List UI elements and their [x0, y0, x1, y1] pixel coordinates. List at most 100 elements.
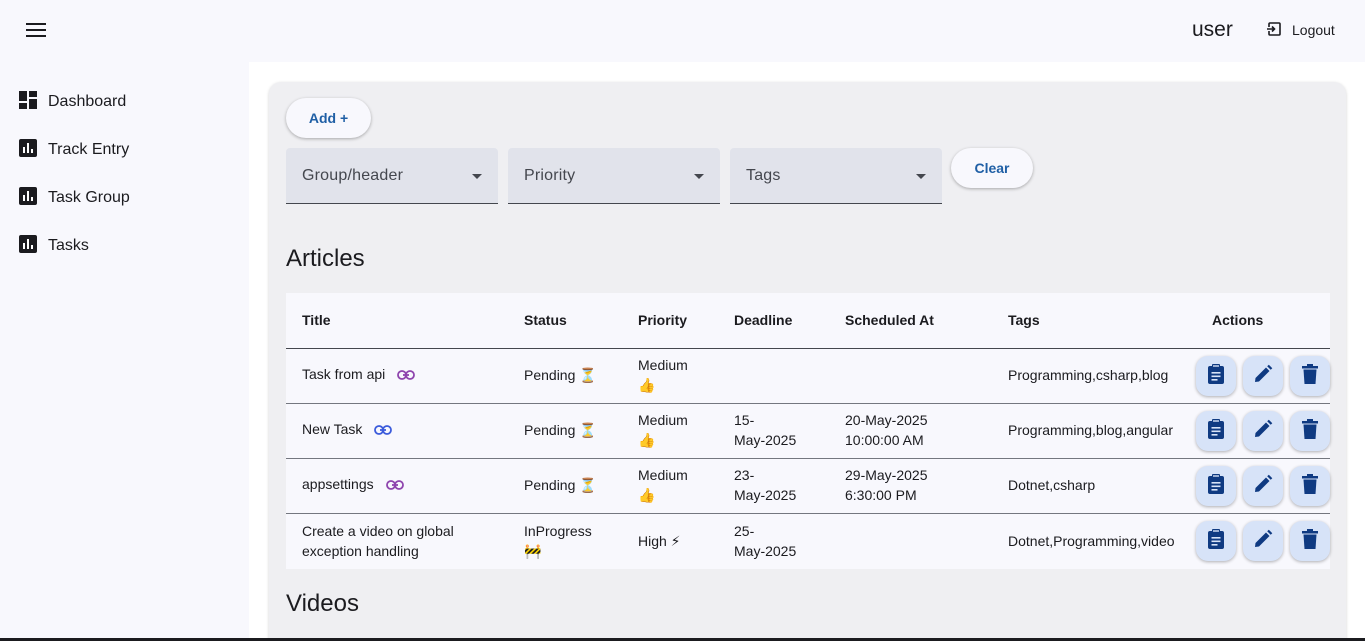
delete-button[interactable] — [1290, 521, 1330, 561]
status-cell: InProgress 🚧 — [524, 521, 592, 561]
view-button[interactable] — [1196, 466, 1236, 506]
status-cell: Pending ⏳ — [524, 477, 597, 493]
deadline-month: May-2025 — [734, 543, 797, 559]
table-row: Task from api Pending ⏳ Medium 👍 Program… — [286, 349, 1330, 404]
clear-button[interactable]: Clear — [951, 148, 1033, 188]
dropdown-arrow-icon — [916, 174, 926, 179]
priority-cell: Medium 👍 — [638, 355, 688, 395]
add-button[interactable]: Add + — [286, 98, 371, 138]
task-title-cell: Task from api — [302, 364, 416, 385]
sidebar-item-tasks[interactable]: Tasks — [18, 226, 238, 266]
group-header-placeholder: Group/header — [302, 166, 404, 184]
deadline-cell: 23- May-2025 — [734, 465, 796, 505]
delete-button[interactable] — [1290, 466, 1330, 506]
main-content: Add + Group/header Priority Tags Clear A… — [249, 62, 1365, 641]
edit-button[interactable] — [1243, 521, 1283, 561]
view-button[interactable] — [1196, 521, 1236, 561]
bar-chart-icon — [18, 234, 38, 259]
articles-table: Title Status Priority Deadline Scheduled… — [286, 293, 1330, 569]
group-header-select[interactable]: Group/header — [286, 148, 498, 204]
clipboard-icon — [1208, 528, 1224, 554]
priority-emoji: 👍 — [638, 432, 656, 448]
scheduled-time: 6:30:00 PM — [845, 487, 917, 503]
column-header-tags[interactable]: Tags — [1008, 312, 1040, 328]
sidebar-item-track-entry[interactable]: Track Entry — [18, 130, 238, 170]
task-title: appsettings — [302, 476, 374, 492]
column-header-priority[interactable]: Priority — [638, 312, 687, 328]
edit-button[interactable] — [1243, 466, 1283, 506]
column-header-status[interactable]: Status — [524, 312, 567, 328]
task-title-cell: New Task — [302, 419, 393, 440]
edit-button[interactable] — [1243, 411, 1283, 451]
row-actions — [1196, 411, 1330, 451]
scheduled-date: 20-May-2025 — [845, 412, 928, 428]
row-actions — [1196, 466, 1330, 506]
link-icon[interactable] — [385, 475, 404, 495]
pencil-icon — [1253, 474, 1273, 499]
pencil-icon — [1253, 364, 1273, 389]
view-button[interactable] — [1196, 356, 1236, 396]
priority-emoji: 👍 — [638, 487, 656, 503]
column-header-actions: Actions — [1212, 312, 1264, 328]
deadline-month: May-2025 — [734, 432, 797, 448]
priority-text: Medium — [638, 357, 688, 373]
tags-cell: Programming,blog,angular — [1008, 422, 1173, 438]
status-emoji: 🚧 — [524, 543, 542, 559]
task-title-cell: Create a video on global exception handl… — [302, 521, 454, 561]
deadline-day: 25- — [734, 523, 755, 539]
sidebar-item-task-group[interactable]: Task Group — [18, 178, 238, 218]
priority-select[interactable]: Priority — [508, 148, 720, 204]
scheduled-cell: 20-May-2025 10:00:00 AM — [845, 410, 928, 450]
deadline-day: 23- — [734, 467, 755, 483]
clipboard-icon — [1208, 473, 1224, 499]
column-header-deadline[interactable]: Deadline — [734, 312, 792, 328]
row-actions — [1196, 521, 1330, 561]
dropdown-arrow-icon — [472, 174, 482, 179]
table-row: appsettings Pending ⏳ Medium 👍 23- May-2… — [286, 459, 1330, 514]
edit-button[interactable] — [1243, 356, 1283, 396]
pencil-icon — [1253, 529, 1273, 554]
link-icon[interactable] — [397, 365, 416, 385]
priority-text: Medium — [638, 412, 688, 428]
bar-chart-icon — [18, 186, 38, 211]
bar-chart-icon — [18, 138, 38, 163]
priority-text: Medium — [638, 467, 688, 483]
articles-heading: Articles — [286, 245, 365, 272]
column-header-title[interactable]: Title — [302, 312, 331, 328]
logout-button[interactable]: Logout — [1258, 14, 1343, 46]
scheduled-time: 10:00:00 AM — [845, 432, 924, 448]
table-row: New Task Pending ⏳ Medium 👍 15- May-2025… — [286, 404, 1330, 459]
scheduled-date: 29-May-2025 — [845, 467, 928, 483]
link-icon[interactable] — [374, 420, 393, 440]
pencil-icon — [1253, 419, 1273, 444]
table-row: Create a video on global exception handl… — [286, 514, 1330, 569]
task-title: Task from api — [302, 366, 386, 382]
sidebar-item-label: Task Group — [48, 189, 130, 206]
column-header-scheduled-at[interactable]: Scheduled At — [845, 312, 934, 328]
deadline-cell: 15- May-2025 — [734, 410, 796, 450]
menu-icon[interactable] — [18, 14, 54, 46]
priority-emoji: 👍 — [638, 377, 656, 393]
tags-select[interactable]: Tags — [730, 148, 942, 204]
tags-placeholder: Tags — [746, 166, 781, 184]
username-label: user — [1192, 18, 1233, 41]
priority-placeholder: Priority — [524, 166, 576, 184]
table-header: Title Status Priority Deadline Scheduled… — [286, 293, 1330, 349]
delete-button[interactable] — [1290, 411, 1330, 451]
trash-icon — [1302, 473, 1318, 499]
tags-cell: Dotnet,csharp — [1008, 477, 1096, 493]
sidebar-item-dashboard[interactable]: Dashboard — [18, 82, 238, 122]
delete-button[interactable] — [1290, 356, 1330, 396]
scheduled-cell: 29-May-2025 6:30:00 PM — [845, 465, 928, 505]
priority-cell: High ⚡ — [638, 533, 681, 549]
view-button[interactable] — [1196, 411, 1236, 451]
top-app-bar: user Logout — [0, 0, 1365, 62]
tags-cell: Programming,csharp,blog — [1008, 367, 1169, 383]
sidebar-item-label: Track Entry — [48, 141, 130, 158]
clipboard-icon — [1208, 418, 1224, 444]
task-title: New Task — [302, 421, 363, 437]
trash-icon — [1302, 363, 1318, 389]
logout-label: Logout — [1292, 22, 1335, 38]
row-actions — [1196, 356, 1330, 396]
trash-icon — [1302, 528, 1318, 554]
